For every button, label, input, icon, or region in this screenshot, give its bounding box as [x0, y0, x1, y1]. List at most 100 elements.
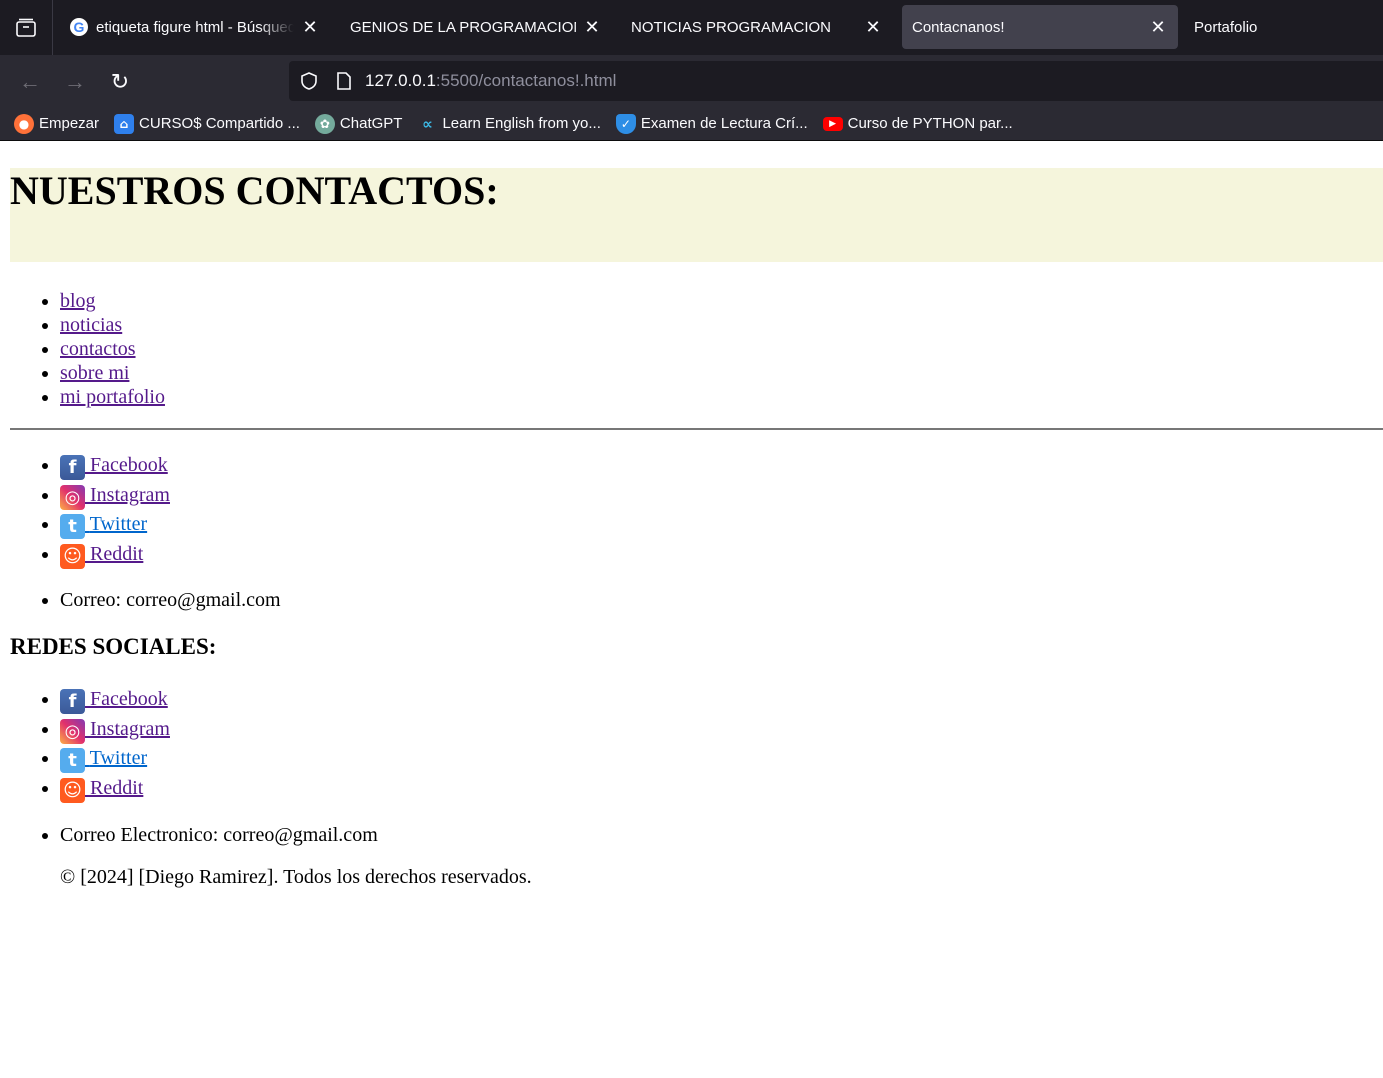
reddit-link[interactable]: ☺ Reddit — [60, 542, 144, 569]
reddit-label: Reddit — [90, 776, 144, 799]
reddit-link[interactable]: ☺ Reddit — [60, 776, 144, 803]
tab-portafolio[interactable]: Portafolio — [1184, 5, 1383, 49]
facebook-label: Facebook — [90, 454, 168, 476]
nav-link-noticias[interactable]: noticias — [60, 314, 122, 336]
url-host: 127.0.0.1 — [365, 71, 436, 90]
learn-english-icon: ∝ — [422, 114, 433, 133]
reload-icon: ↻ — [110, 69, 130, 94]
bookmark-label: CURSO$ Compartido ... — [139, 115, 300, 132]
google-icon: G — [70, 18, 88, 36]
facebook-icon: f — [60, 455, 85, 480]
reddit-icon: ☺ — [60, 777, 85, 803]
instagram-icon: ◎ — [60, 484, 85, 510]
bookmark-label: Learn English from yo... — [442, 115, 601, 132]
instagram-label: Instagram — [90, 717, 170, 740]
social-item: ☺ Reddit — [60, 774, 1383, 804]
bookmark-cursos[interactable]: ⌂ CURSO$ Compartido ... — [114, 113, 300, 134]
browser-chrome: G etiqueta figure html - Búsqueda ✕ GENI… — [0, 0, 1383, 141]
instagram-link[interactable]: ◎ Instagram — [60, 483, 170, 510]
facebook-link[interactable]: f Facebook — [60, 688, 168, 714]
social-list-1: f Facebook ◎ Instagram t Twitter ☺ Reddi… — [10, 451, 1383, 569]
header-banner: NUESTROS CONTACTOS: — [10, 168, 1383, 262]
instagram-icon: ◎ — [60, 718, 85, 744]
twitter-link[interactable]: t Twitter — [60, 747, 148, 773]
divider — [10, 428, 1383, 430]
social-item: ☺ Reddit — [60, 540, 1383, 570]
drive-icon: ⌂ — [114, 113, 135, 134]
bookmark-learn-english[interactable]: ∝ Learn English from yo... — [417, 114, 601, 134]
close-icon[interactable]: ✕ — [863, 17, 883, 37]
tab-title: Portafolio — [1194, 18, 1258, 36]
bookmark-label: Examen de Lectura Crí... — [640, 115, 808, 132]
nav-link-portafolio[interactable]: mi portafolio — [60, 386, 165, 408]
social-item: ◎ Instagram — [60, 481, 1383, 511]
facebook-label: Facebook — [90, 688, 168, 710]
bookmark-label: Curso de PYTHON par... — [847, 115, 1013, 132]
bookmark-label: ChatGPT — [339, 115, 403, 132]
facebook-icon: f — [60, 689, 85, 714]
facebook-link[interactable]: f Facebook — [60, 454, 168, 480]
instagram-label: Instagram — [90, 483, 170, 506]
tab-search[interactable]: G etiqueta figure html - Búsqueda ✕ — [60, 5, 330, 49]
forward-button[interactable]: → — [60, 67, 90, 97]
nav-link-contactos[interactable]: contactos — [60, 338, 136, 360]
tab-contacnanos[interactable]: Contacnanos! ✕ — [902, 5, 1178, 49]
bookmark-label: Empezar — [39, 115, 100, 132]
back-button[interactable]: ← — [15, 67, 45, 97]
tab-list-icon — [16, 18, 36, 37]
close-icon[interactable]: ✕ — [1148, 17, 1168, 37]
reddit-label: Reddit — [90, 542, 144, 565]
url-text: 127.0.0.1:5500/contactanos!.html — [365, 71, 616, 91]
url-path: :5500/contactanos!.html — [435, 71, 617, 90]
arrow-right-icon: → — [64, 69, 86, 94]
twitter-link[interactable]: t Twitter — [60, 513, 148, 539]
nav-item-noticias: noticias — [60, 313, 1383, 337]
bookmarks-toolbar: ● Empezar ⌂ CURSO$ Compartido ... ✿ Chat… — [0, 107, 1383, 141]
youtube-icon: ▶ — [822, 116, 843, 131]
firefox-icon: ● — [14, 113, 34, 134]
tab-title: etiqueta figure html - Búsqueda — [96, 18, 294, 36]
tab-title: NOTICIAS PROGRAMACION — [631, 18, 832, 36]
tab-noticias[interactable]: NOTICIAS PROGRAMACION ✕ — [621, 5, 893, 49]
tab-title: Contacnanos! — [912, 18, 1005, 36]
page-icon — [337, 72, 351, 90]
bookmark-empezar[interactable]: ● Empezar — [14, 113, 100, 134]
navigation-bar: ← → ↻ 127.0.0.1:5500/contactanos!.html — [0, 55, 1383, 107]
nav-item-sobre-mi: sobre mi — [60, 361, 1383, 385]
bookmark-chatgpt[interactable]: ✿ ChatGPT — [314, 113, 403, 134]
email-item: Correo: correo@gmail.com — [60, 588, 1383, 612]
footer: © [2024] [Diego Ramirez]. Todos los dere… — [10, 866, 1383, 889]
bookmark-examen[interactable]: ✓ Examen de Lectura Crí... — [615, 113, 808, 134]
social-item: ◎ Instagram — [60, 715, 1383, 745]
nav-item-blog: blog — [60, 289, 1383, 313]
section-heading-wrap: REDES SOCIALES: — [10, 634, 1383, 660]
email-list-1: Correo: correo@gmail.com — [10, 588, 1383, 612]
page-title: NUESTROS CONTACTOS: — [10, 168, 499, 213]
twitter-label: Twitter — [89, 747, 148, 769]
nav-menu: blog noticias contactos sobre mi mi port… — [10, 289, 1383, 409]
instagram-link[interactable]: ◎ Instagram — [60, 717, 170, 744]
close-icon[interactable]: ✕ — [300, 17, 320, 37]
bookmark-python[interactable]: ▶ Curso de PYTHON par... — [822, 115, 1013, 132]
copyright-text: © [2024] [Diego Ramirez]. Todos los dere… — [60, 866, 532, 888]
arrow-left-icon: ← — [19, 69, 41, 94]
twitter-label: Twitter — [89, 513, 148, 535]
url-bar[interactable]: 127.0.0.1:5500/contactanos!.html — [289, 61, 1383, 101]
section-title: REDES SOCIALES: — [10, 634, 217, 659]
social-item: t Twitter — [60, 510, 1383, 540]
chatgpt-icon: ✿ — [314, 113, 335, 134]
nav-item-portafolio: mi portafolio — [60, 385, 1383, 409]
tab-genios[interactable]: GENIOS DE LA PROGRAMACION ✕ — [340, 5, 612, 49]
tab-overview-button[interactable] — [0, 0, 53, 55]
close-icon[interactable]: ✕ — [582, 17, 602, 37]
nav-link-sobre-mi[interactable]: sobre mi — [60, 362, 129, 384]
twitter-icon: t — [60, 514, 85, 539]
nav-link-blog[interactable]: blog — [60, 290, 96, 312]
social-item: f Facebook — [60, 685, 1383, 715]
shield-check-icon: ✓ — [615, 113, 636, 134]
shield-icon — [301, 72, 317, 90]
tab-title: GENIOS DE LA PROGRAMACION — [350, 18, 576, 36]
email-item: Correo Electronico: correo@gmail.com — [60, 823, 1383, 847]
reload-button[interactable]: ↻ — [105, 67, 135, 97]
twitter-icon: t — [60, 748, 85, 773]
